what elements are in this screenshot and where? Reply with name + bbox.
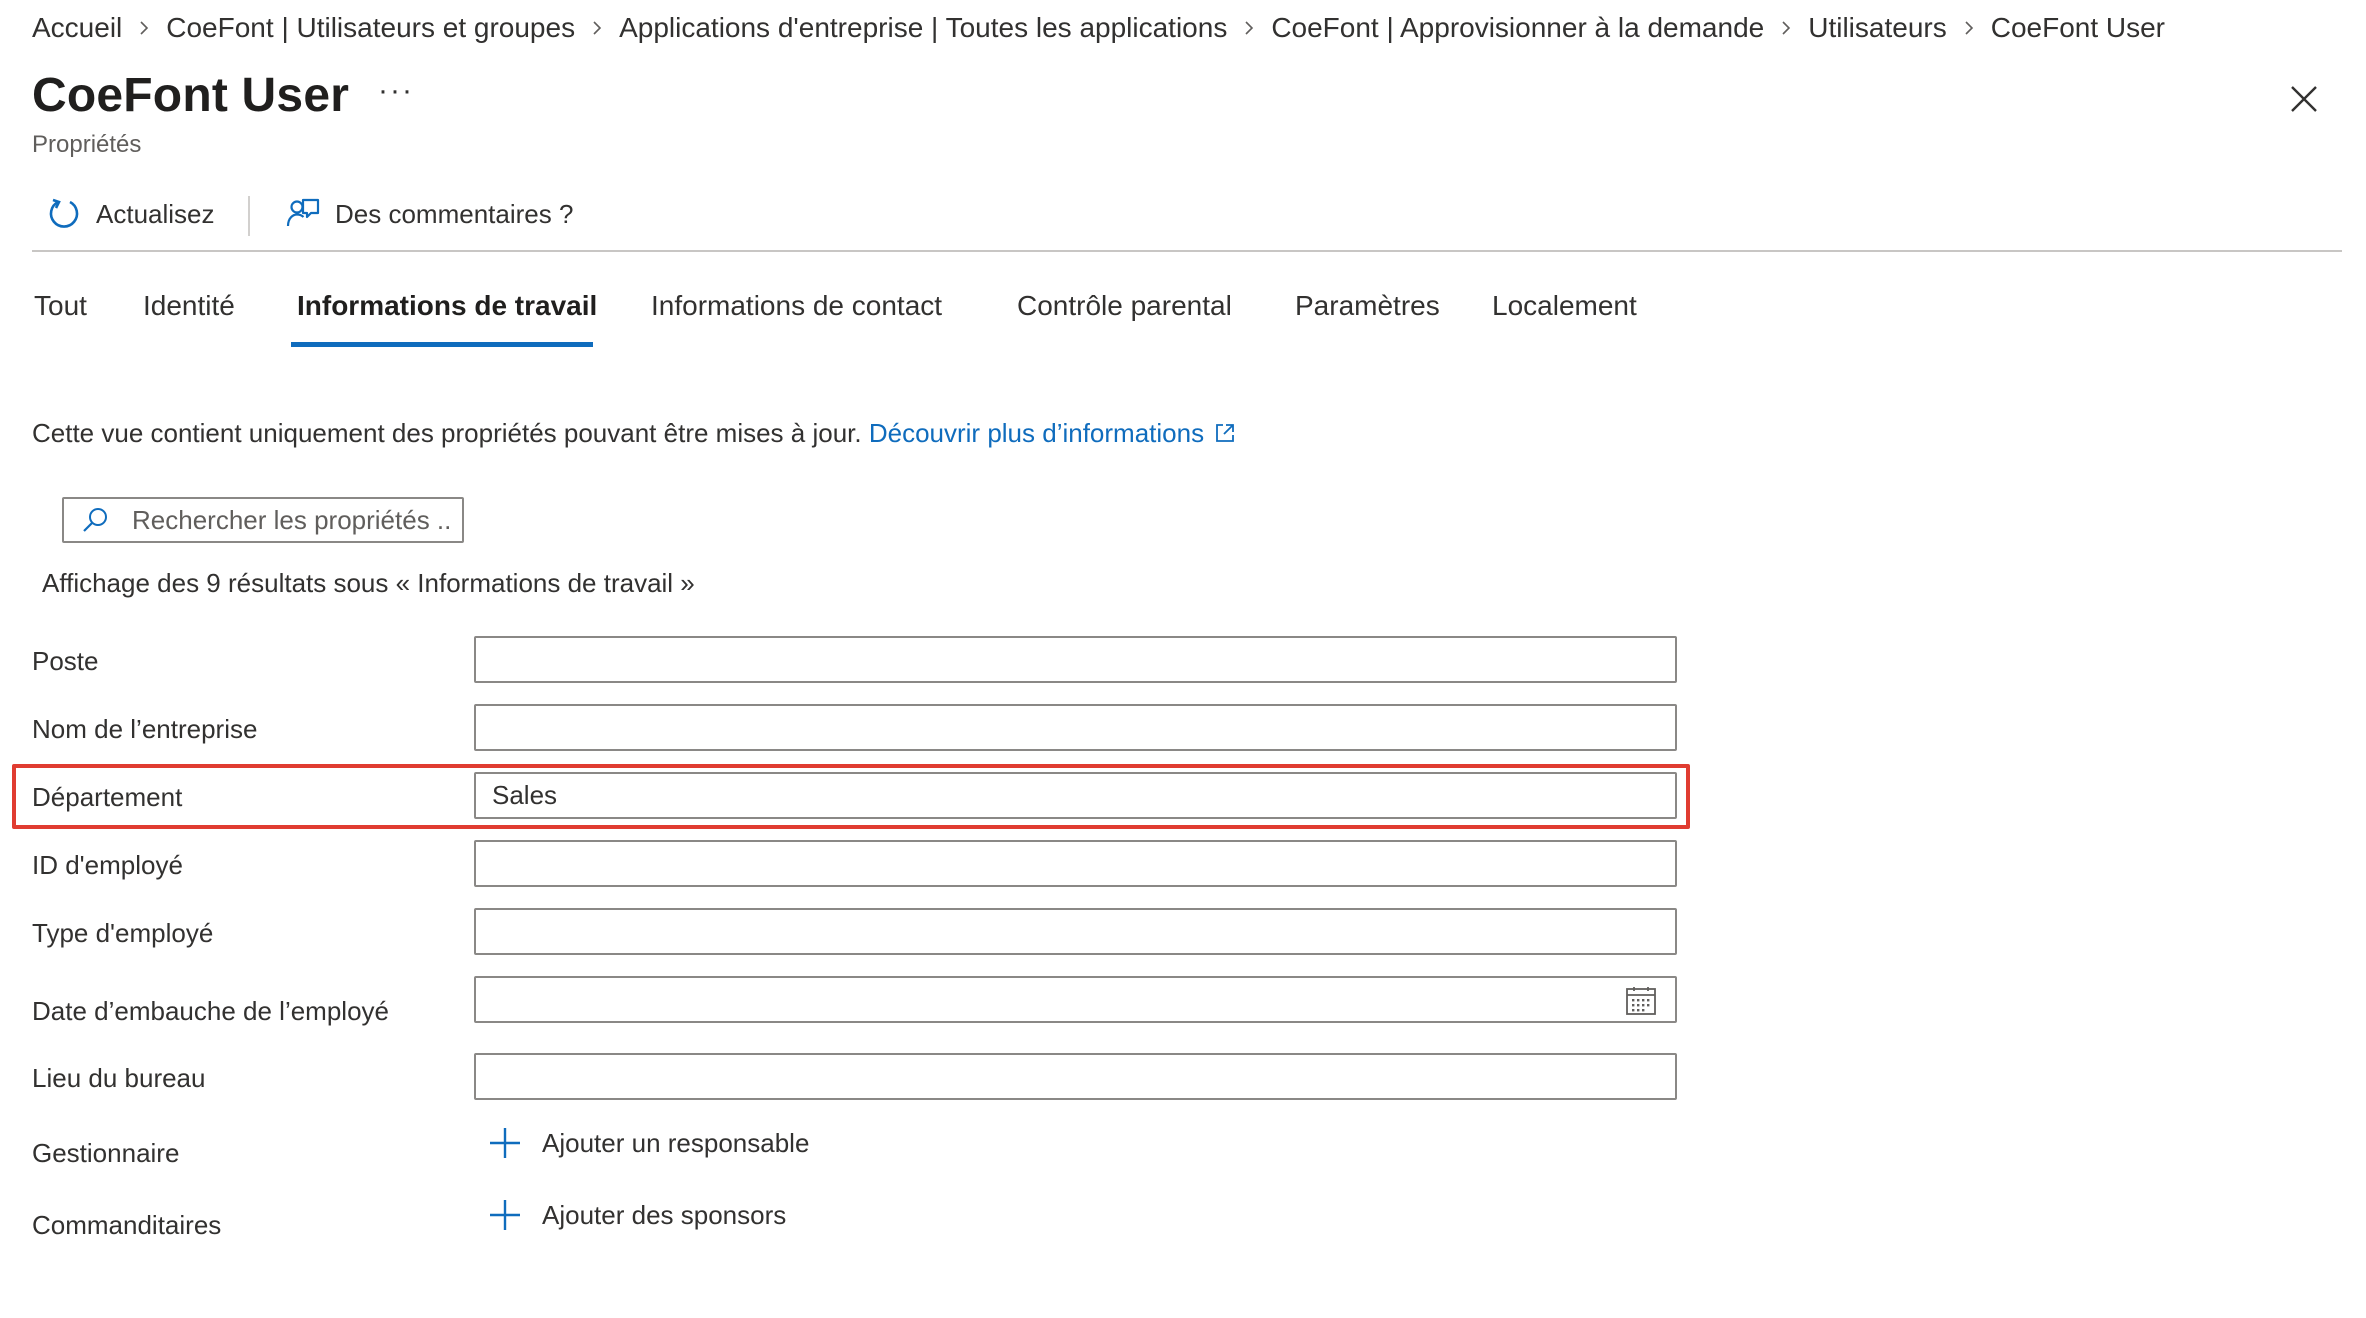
employee-id-input[interactable]: [476, 842, 1675, 885]
add-sponsors-button[interactable]: Ajouter des sponsors: [488, 1198, 786, 1232]
page-title: CoeFont User: [32, 69, 350, 122]
chevron-right-icon: [1947, 21, 1991, 35]
chevron-right-icon: [1227, 21, 1271, 35]
chevron-right-icon: [122, 21, 166, 35]
plus-icon: [490, 1128, 520, 1158]
refresh-button[interactable]: Actualisez: [46, 196, 215, 232]
breadcrumb-home[interactable]: Accueil: [32, 12, 122, 44]
office-location-field[interactable]: [474, 1053, 1677, 1100]
breadcrumb-users[interactable]: Utilisateurs: [1808, 12, 1946, 44]
breadcrumb-enterprise-apps[interactable]: Applications d'entreprise | Toutes les a…: [619, 12, 1227, 44]
refresh-icon: [46, 196, 82, 232]
poste-field[interactable]: [474, 636, 1677, 683]
add-manager-button[interactable]: Ajouter un responsable: [488, 1126, 809, 1160]
add-manager-label: Ajouter un responsable: [542, 1127, 810, 1158]
info-message: Cette vue contient uniquement des propri…: [32, 418, 1236, 449]
search-input[interactable]: [132, 504, 452, 536]
field-label-poste: Poste: [32, 646, 99, 676]
breadcrumb: Accueil CoeFont | Utilisateurs et groupe…: [32, 12, 2165, 44]
office-location-input[interactable]: [476, 1055, 1675, 1098]
search-box[interactable]: [62, 497, 464, 543]
field-label-employee-id: ID d'employé: [32, 850, 183, 880]
chevron-right-icon: [1764, 21, 1808, 35]
poste-input[interactable]: [476, 638, 1675, 681]
company-field[interactable]: [474, 704, 1677, 751]
feedback-label: Des commentaires ?: [335, 198, 574, 229]
company-input[interactable]: [476, 706, 1675, 749]
tab-informations-de-contact[interactable]: Informations de contact: [651, 290, 942, 322]
toolbar-divider: [248, 196, 250, 236]
field-label-employee-type: Type d'employé: [32, 918, 214, 948]
department-field[interactable]: [474, 772, 1677, 819]
tab-localement[interactable]: Localement: [1492, 290, 1637, 322]
add-sponsors-label: Ajouter des sponsors: [542, 1199, 787, 1230]
tab-controle-parental[interactable]: Contrôle parental: [1017, 290, 1232, 322]
close-button[interactable]: [2287, 82, 2321, 116]
field-label-company: Nom de l’entreprise: [32, 714, 258, 744]
field-label-manager: Gestionnaire: [32, 1138, 180, 1168]
field-label-hire-date: Date d’embauche de l’employé: [32, 996, 389, 1026]
external-link-icon: [1216, 424, 1234, 442]
close-icon: [2291, 86, 2317, 112]
plus-icon: [490, 1200, 520, 1230]
hire-date-input[interactable]: [476, 978, 1675, 1021]
learn-more-label: Découvrir plus d’informations: [868, 418, 1205, 448]
field-label-office-location: Lieu du bureau: [32, 1063, 206, 1093]
breadcrumb-users-groups[interactable]: CoeFont | Utilisateurs et groupes: [166, 12, 575, 44]
employee-type-field[interactable]: [474, 908, 1677, 955]
tab-parametres[interactable]: Paramètres: [1295, 290, 1440, 322]
more-options-button[interactable]: ···: [378, 74, 414, 108]
feedback-button[interactable]: Des commentaires ?: [285, 196, 573, 232]
tab-informations-de-travail[interactable]: Informations de travail: [297, 290, 597, 322]
field-label-department: Département: [32, 782, 183, 812]
tab-identite[interactable]: Identité: [143, 290, 235, 322]
results-count: Affichage des 9 résultats sous « Informa…: [42, 568, 695, 598]
learn-more-link[interactable]: Découvrir plus d’informations: [869, 418, 1236, 448]
employee-id-field[interactable]: [474, 840, 1677, 887]
hire-date-field[interactable]: [474, 976, 1677, 1023]
page-subtitle: Propriétés: [32, 131, 142, 158]
employee-type-input[interactable]: [476, 910, 1675, 953]
breadcrumb-provision-on-demand[interactable]: CoeFont | Approvisionner à la demande: [1271, 12, 1764, 44]
tab-tout[interactable]: Tout: [34, 290, 87, 322]
chevron-right-icon: [575, 21, 619, 35]
search-icon: [83, 508, 107, 532]
feedback-icon: [285, 196, 321, 232]
refresh-label: Actualisez: [96, 198, 215, 229]
info-text: Cette vue contient uniquement des propri…: [32, 418, 862, 448]
calendar-icon[interactable]: [1625, 986, 1657, 1016]
field-label-sponsors: Commanditaires: [32, 1210, 222, 1240]
breadcrumb-current-user[interactable]: CoeFont User: [1991, 12, 2165, 44]
command-bar: Actualisez Des commentaires ?: [32, 190, 2342, 252]
active-tab-indicator: [291, 342, 593, 347]
department-input[interactable]: [476, 774, 1675, 817]
